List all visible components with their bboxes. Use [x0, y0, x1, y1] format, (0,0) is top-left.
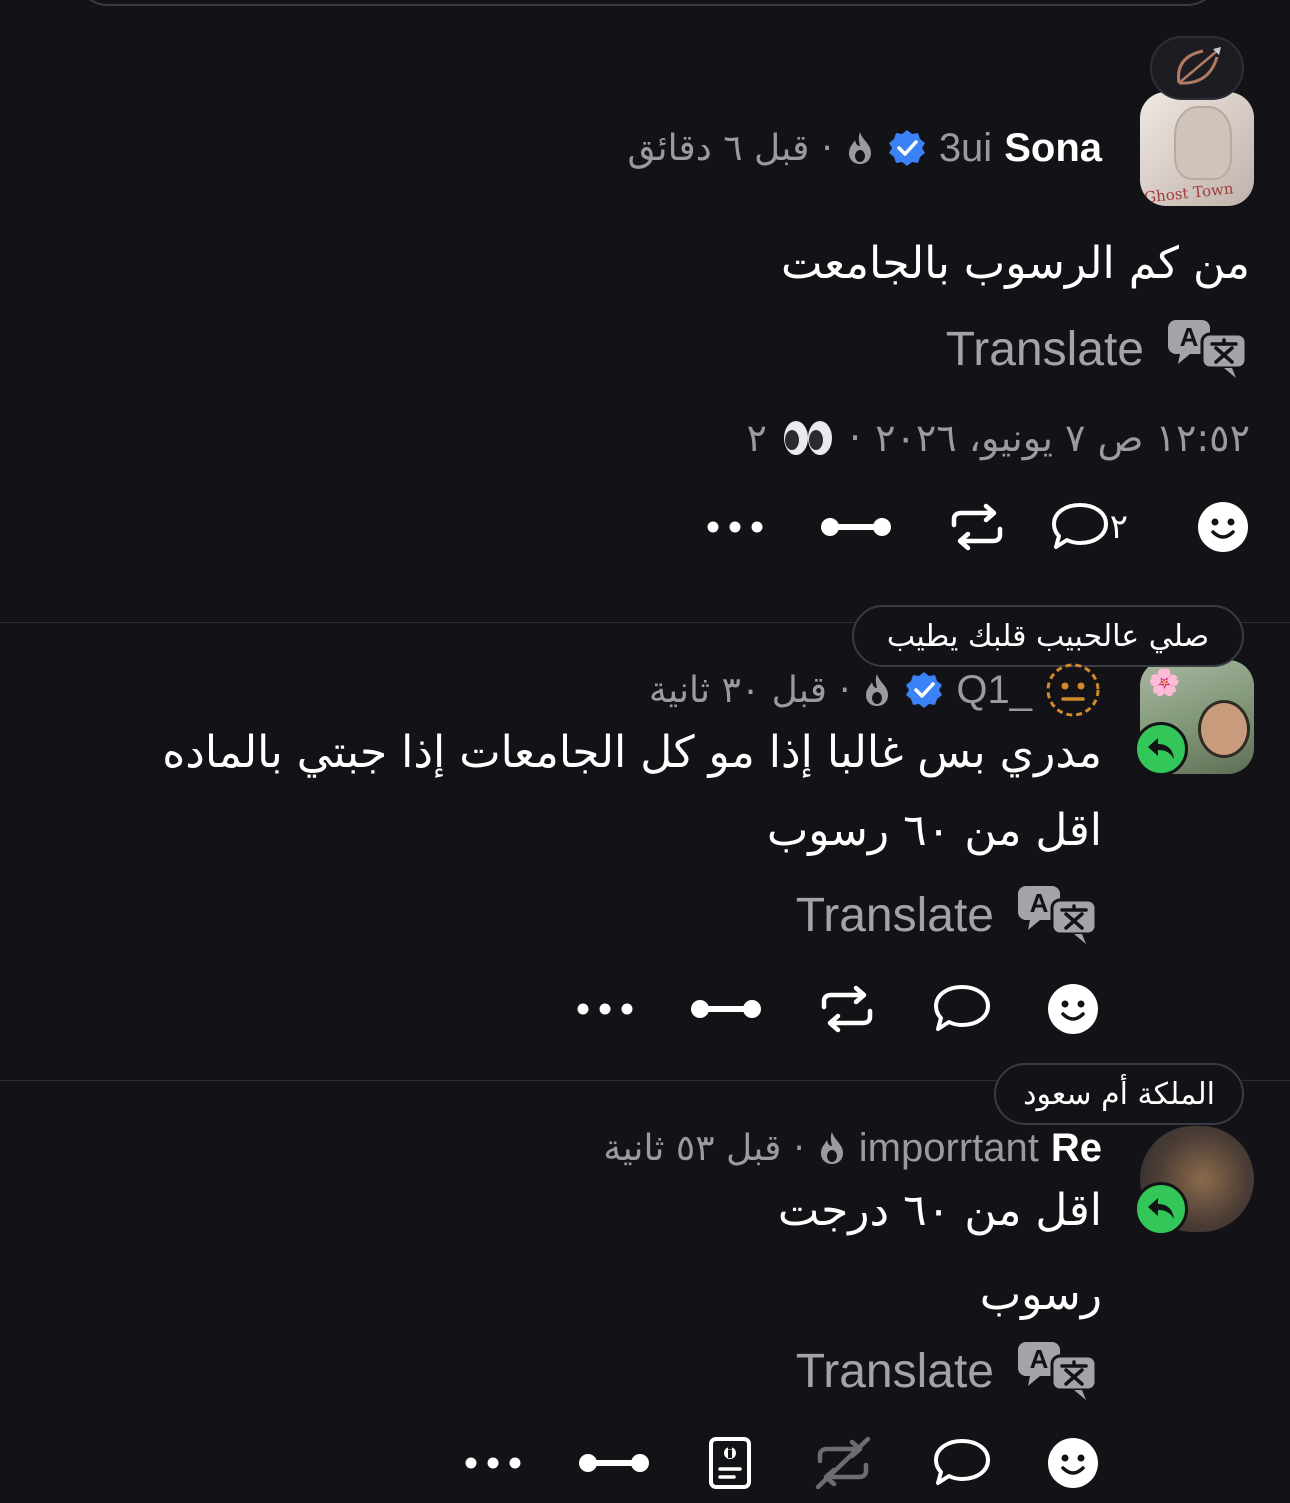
reply-actions — [576, 974, 1100, 1044]
svg-text:A: A — [1180, 322, 1199, 352]
post-text: من كم الرسوب بالجامعت — [780, 238, 1250, 289]
translate-icon: A — [1018, 886, 1098, 944]
reply-count: ٢ — [1109, 507, 1128, 547]
translate-button[interactable]: A Translate — [946, 318, 1250, 380]
repost-disabled-icon — [815, 1436, 871, 1490]
reply-arrow-icon — [1148, 1198, 1174, 1219]
flower-emoji: 🌸 — [1148, 668, 1181, 698]
flame-icon — [866, 674, 889, 706]
react-button[interactable] — [1196, 492, 1250, 562]
reply-header: Re imporrtant · قبل ٥٣ ثانية — [603, 1118, 1102, 1178]
more-button[interactable] — [464, 1428, 522, 1498]
eyes-icon — [783, 421, 832, 455]
slider-toggle-icon — [691, 1000, 761, 1018]
views-count: ٢ — [746, 416, 767, 460]
mute-toggle-button[interactable] — [820, 492, 892, 562]
repost-icon — [951, 503, 1002, 551]
post-avatar[interactable]: Ghost Town — [1140, 92, 1254, 206]
author-handle[interactable]: 3ui — [939, 126, 992, 171]
mute-toggle-button[interactable] — [690, 974, 762, 1044]
verified-badge-icon — [888, 130, 925, 166]
reply-indicator — [1134, 722, 1188, 776]
verified-badge-icon — [906, 672, 943, 708]
avatar-stamp-text: Ghost Town — [1143, 179, 1235, 206]
author-handle[interactable]: Q1_ — [956, 668, 1032, 713]
flame-icon — [820, 1132, 843, 1164]
comment-icon — [1051, 503, 1108, 549]
reply-arrow-icon — [1148, 738, 1174, 759]
translate-button[interactable]: A Translate — [796, 884, 1100, 946]
reply-text-line: مدري بس غالبا إذا مو كل الجامعات إذا جبت… — [162, 727, 1102, 778]
reply-button[interactable]: ٢ — [1050, 492, 1140, 562]
svg-text:A: A — [1030, 888, 1049, 918]
mute-toggle-button[interactable] — [578, 1428, 650, 1498]
post-timestamp: ١٢:٥٢ ص ٧ يونيو، ٢٠٢٦ — [875, 416, 1250, 460]
smiley-icon — [1048, 984, 1098, 1034]
avatar-decoration-badge[interactable] — [1150, 36, 1244, 100]
reply-time-ago: قبل ٣٠ ثانية — [648, 669, 827, 711]
svg-text:A: A — [1030, 1344, 1049, 1374]
post-timestamp-row: ١٢:٥٢ ص ٧ يونيو، ٢٠٢٦ · ٢ — [747, 408, 1250, 468]
smiley-icon — [1048, 1438, 1098, 1488]
react-button[interactable] — [1046, 1428, 1100, 1498]
post-actions: ٢ — [706, 492, 1250, 562]
separator-dot: · — [793, 1127, 805, 1169]
translate-label: Translate — [795, 1344, 994, 1398]
react-button[interactable] — [1046, 974, 1100, 1044]
repost-icon — [821, 985, 873, 1033]
neutral-face-icon — [1046, 663, 1100, 717]
profile-card-button[interactable] — [708, 1428, 752, 1498]
translate-label: Translate — [795, 888, 994, 942]
translate-label: Translate — [945, 322, 1144, 376]
more-icon — [577, 1003, 633, 1015]
comment-icon — [934, 985, 990, 1031]
slider-toggle-icon — [579, 1454, 649, 1472]
post-header: Sona 3ui · قبل ٦ دقائق — [628, 118, 1102, 178]
translate-button[interactable]: A Translate — [796, 1340, 1100, 1402]
reply-text-line: اقل من ٦٠ رسوب — [766, 805, 1102, 856]
reply-button[interactable] — [932, 974, 992, 1044]
repost-disabled-button[interactable] — [812, 1428, 874, 1498]
reply-text-line: رسوب — [979, 1269, 1102, 1320]
more-button[interactable] — [576, 974, 634, 1044]
reply-actions — [464, 1428, 1100, 1498]
status-tooltip: الملكة أم سعود — [994, 1063, 1244, 1125]
author-name[interactable]: Re — [1051, 1126, 1102, 1171]
separator-dot: · — [838, 669, 851, 711]
avatar-figure — [1198, 700, 1250, 758]
id-card-icon — [709, 1437, 751, 1489]
status-tooltip: صلي عالحبيب قلبك يطيب — [852, 605, 1244, 667]
slider-toggle-icon — [820, 518, 891, 536]
post-time-ago: قبل ٦ دقائق — [627, 127, 810, 169]
bow-arrow-icon — [1177, 47, 1221, 85]
more-icon — [465, 1457, 521, 1469]
translate-icon: A — [1168, 320, 1248, 378]
repost-button[interactable] — [818, 974, 876, 1044]
more-icon — [707, 521, 763, 533]
smiley-icon — [1198, 502, 1248, 552]
previous-card-edge — [75, 0, 1220, 6]
separator-dot: · — [821, 127, 833, 169]
reply-header: Q1_ · قبل ٣٠ ثانية — [649, 660, 1102, 720]
more-button[interactable] — [706, 492, 764, 562]
separator-dot: · — [848, 416, 862, 460]
translate-icon: A — [1018, 1342, 1098, 1400]
reply-time-ago: قبل ٥٣ ثانية — [603, 1127, 782, 1169]
repost-button[interactable] — [948, 492, 1006, 562]
reply-indicator — [1134, 1182, 1188, 1236]
flame-icon — [848, 132, 871, 164]
author-name[interactable]: Sona — [1004, 126, 1102, 171]
reply-button[interactable] — [932, 1428, 992, 1498]
avatar-figure — [1174, 106, 1232, 180]
comment-icon — [934, 1439, 990, 1485]
reply-text-line: اقل من ٦٠ درجت — [777, 1185, 1102, 1236]
author-handle[interactable]: imporrtant — [859, 1126, 1039, 1171]
